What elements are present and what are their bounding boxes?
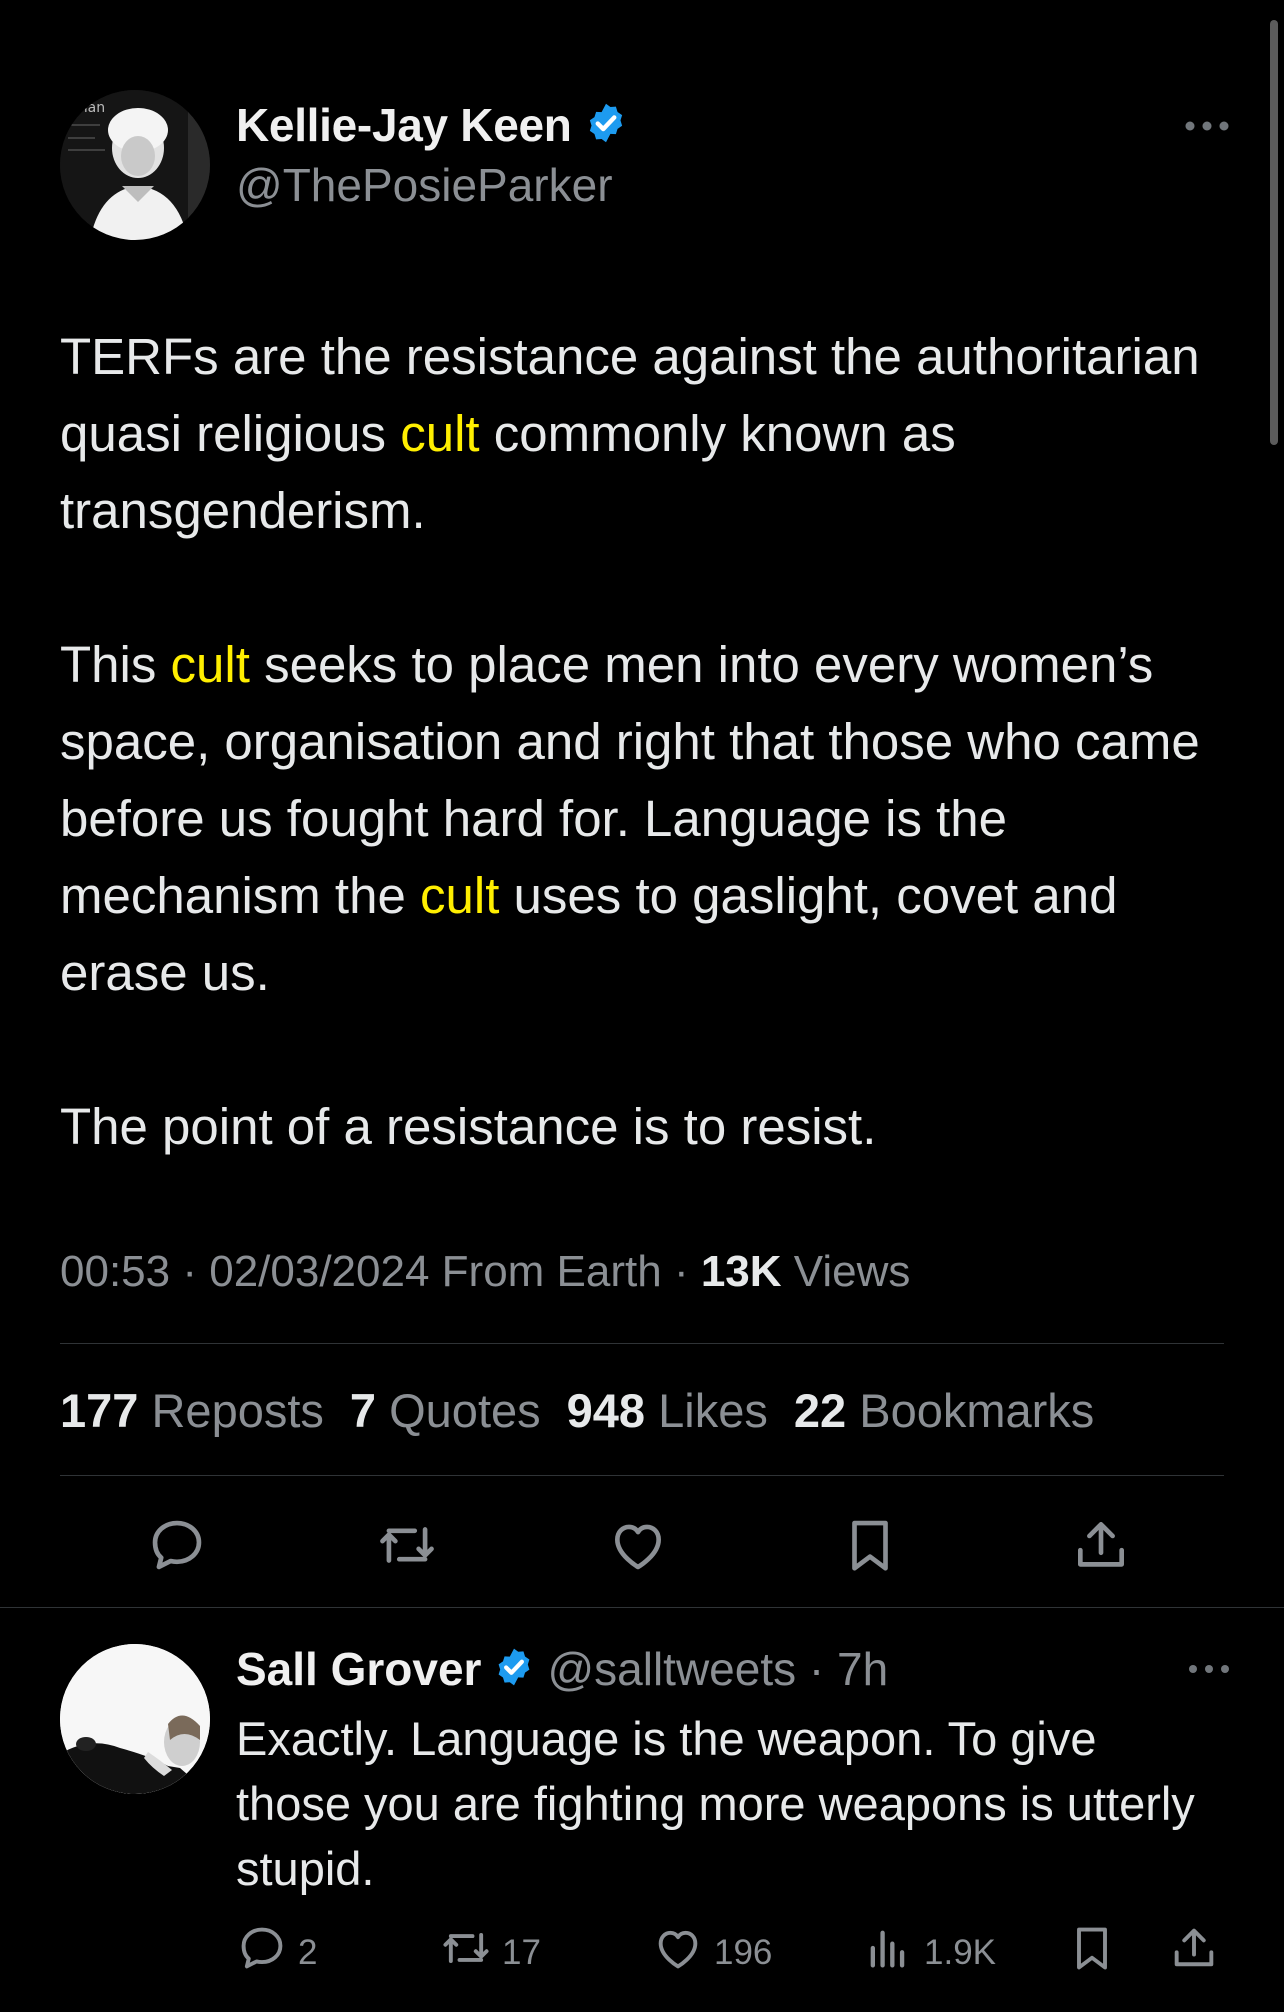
- repost-count: 17: [502, 1932, 541, 1972]
- author-name[interactable]: Kellie-Jay Keen: [236, 98, 572, 152]
- author-handle[interactable]: @ThePosieParker: [236, 158, 628, 212]
- more-icon[interactable]: [1184, 118, 1230, 139]
- divider: [60, 1343, 1224, 1344]
- share-icon[interactable]: [1066, 1510, 1136, 1580]
- tweet-paragraph: The point of a resistance is to resist.: [60, 1098, 877, 1155]
- reply-count: 2: [298, 1932, 318, 1972]
- tweet-paragraph: This cult seeks to place men into every …: [60, 636, 1200, 1001]
- tweet-date[interactable]: 02/03/2024: [209, 1247, 429, 1296]
- reply-views-button[interactable]: 1.9K: [862, 1922, 996, 1983]
- views-count[interactable]: 13K: [701, 1247, 782, 1296]
- tweet-paragraph: TERFs are the resistance against the aut…: [60, 328, 1200, 539]
- verified-badge-icon: [493, 1646, 535, 1693]
- highlighted-term: cult: [420, 867, 500, 924]
- repost-icon[interactable]: [372, 1510, 442, 1580]
- bookmark-icon[interactable]: [835, 1510, 905, 1580]
- tweet-source: From Earth: [441, 1247, 662, 1296]
- like-count: 196: [714, 1932, 773, 1972]
- repost-icon: [440, 1922, 492, 1983]
- reply-reply-button[interactable]: 2: [236, 1922, 317, 1983]
- reply-author-handle[interactable]: @salltweets: [547, 1643, 796, 1695]
- highlighted-term: cult: [400, 405, 480, 462]
- reply-icon[interactable]: [142, 1510, 212, 1580]
- reply-author-name[interactable]: Sall Grover: [236, 1642, 481, 1696]
- reply-actions: 2 17 196 1.9K: [0, 1920, 1284, 1980]
- tweet-meta: 00:53 · 02/03/2024 From Earth · 13K View…: [60, 1247, 911, 1296]
- avatar[interactable]: [60, 1644, 210, 1794]
- divider: [60, 1475, 1224, 1476]
- bookmark-icon[interactable]: [1066, 1922, 1118, 1974]
- views-count: 1.9K: [924, 1932, 996, 1972]
- reply-like-button[interactable]: 196: [652, 1922, 772, 1983]
- avatar-text: man: [74, 100, 105, 116]
- more-icon[interactable]: [1188, 1662, 1230, 1681]
- like-icon: [652, 1922, 704, 1983]
- tweet-time[interactable]: 00:53: [60, 1247, 170, 1296]
- quotes-stat[interactable]: 7 Quotes: [350, 1383, 541, 1438]
- scrollbar[interactable]: [1270, 20, 1278, 445]
- reposts-stat[interactable]: 177 Reposts: [60, 1383, 324, 1438]
- tweet-stats: 177 Reposts 7 Quotes 948 Likes 22 Bookma…: [60, 1383, 1094, 1438]
- verified-badge-icon: [584, 101, 628, 150]
- divider: [0, 1607, 1284, 1608]
- reply-text: Exactly. Language is the weapon. To give…: [236, 1712, 1195, 1895]
- views-icon: [862, 1922, 914, 1983]
- bookmarks-stat[interactable]: 22 Bookmarks: [794, 1383, 1094, 1438]
- avatar[interactable]: man: [60, 90, 210, 240]
- like-icon[interactable]: [603, 1510, 673, 1580]
- main-tweet-header: man Kellie-Jay Keen @ThePosieParker: [60, 90, 1230, 240]
- likes-stat[interactable]: 948 Likes: [567, 1383, 768, 1438]
- share-icon[interactable]: [1168, 1922, 1220, 1974]
- highlighted-term: cult: [170, 636, 250, 693]
- reply-time[interactable]: 7h: [837, 1643, 888, 1695]
- reply-repost-button[interactable]: 17: [440, 1922, 541, 1983]
- tweet-text: TERFs are the resistance against the aut…: [60, 318, 1240, 1242]
- views-label: Views: [793, 1247, 911, 1296]
- reply-icon: [236, 1922, 288, 1983]
